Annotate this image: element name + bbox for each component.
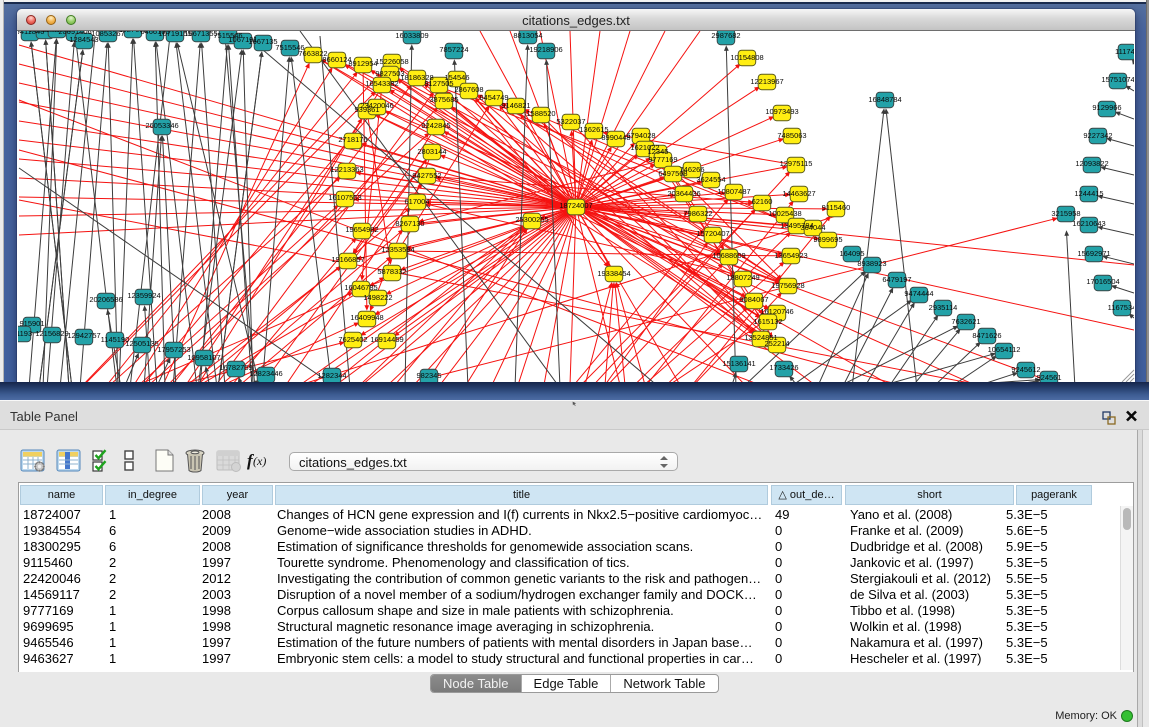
svg-text:18807249: 18807249 — [726, 273, 759, 282]
svg-text:15136141: 15136141 — [722, 359, 755, 368]
svg-text:19654982: 19654982 — [345, 225, 378, 234]
svg-text:1615132: 1615132 — [753, 317, 782, 326]
svg-text:15226058: 15226058 — [375, 57, 408, 66]
svg-text:20206586: 20206586 — [89, 295, 122, 304]
svg-text:17957253: 17957253 — [157, 345, 190, 354]
svg-text:9115460: 9115460 — [822, 203, 851, 212]
svg-text:10958107: 10958107 — [187, 353, 220, 362]
svg-text:23420046: 23420046 — [360, 101, 393, 110]
svg-text:19166857: 19166857 — [331, 255, 364, 264]
svg-text:7632621: 7632621 — [951, 317, 980, 326]
svg-text:12156829: 12156829 — [35, 329, 68, 338]
svg-text:12213967: 12213967 — [750, 77, 783, 86]
svg-text:18724007: 18724007 — [559, 201, 592, 210]
svg-text:8471626: 8471626 — [972, 331, 1001, 340]
svg-text:10688609: 10688609 — [712, 251, 745, 260]
svg-text:617004: 617004 — [404, 197, 429, 206]
svg-text:12213363: 12213363 — [330, 165, 363, 174]
svg-text:982345: 982345 — [416, 371, 441, 380]
svg-text:9474444: 9474444 — [904, 289, 933, 298]
svg-text:8813054: 8813054 — [513, 31, 542, 40]
svg-text:91193: 91193 — [18, 329, 32, 338]
svg-text:12093822: 12093822 — [1075, 159, 1108, 168]
svg-text:12359924: 12359924 — [127, 291, 160, 300]
svg-text:1498222: 1498222 — [363, 293, 392, 302]
svg-text:16046785: 16046785 — [344, 283, 377, 292]
svg-text:9427552: 9427552 — [412, 171, 441, 180]
svg-text:16120746: 16120746 — [760, 307, 793, 316]
svg-text:10154808: 10154808 — [730, 53, 763, 62]
svg-text:17016504: 17016504 — [1086, 277, 1119, 286]
svg-text:12353594: 12353594 — [381, 245, 414, 254]
svg-text:16033809: 16033809 — [395, 31, 428, 40]
svg-text:6479197: 6479197 — [882, 275, 911, 284]
svg-text:154546: 154546 — [444, 73, 469, 82]
svg-text:12823446: 12823446 — [249, 369, 282, 378]
svg-text:2718176: 2718176 — [338, 135, 367, 144]
svg-text:8912954: 8912954 — [348, 59, 377, 68]
svg-text:1282344: 1282344 — [317, 371, 346, 380]
svg-text:7485063: 7485063 — [777, 131, 806, 140]
svg-text:2935114: 2935114 — [929, 303, 958, 312]
svg-text:6794028: 6794028 — [626, 131, 655, 140]
svg-text:3875685: 3875685 — [429, 95, 458, 104]
svg-text:7625402: 7625402 — [338, 335, 367, 344]
svg-text:10025438: 10025438 — [768, 209, 801, 218]
svg-text:164095: 164095 — [839, 249, 864, 258]
svg-text:16543382: 16543382 — [365, 79, 398, 88]
svg-text:915901: 915901 — [19, 319, 44, 328]
svg-text:12505135: 12505135 — [125, 339, 158, 348]
svg-text:8938923: 8938923 — [857, 259, 886, 268]
svg-text:16848784: 16848784 — [868, 95, 901, 104]
svg-text:10973493: 10973493 — [765, 107, 798, 116]
svg-text:19756928: 19756928 — [771, 281, 804, 290]
svg-text:8660124: 8660124 — [322, 55, 351, 64]
svg-text:16107553: 16107553 — [328, 193, 361, 202]
svg-text:7986322: 7986322 — [683, 209, 712, 218]
svg-text:26053346: 26053346 — [145, 121, 178, 130]
svg-text:14463627: 14463627 — [782, 189, 815, 198]
svg-text:9129966: 9129966 — [1092, 103, 1121, 112]
svg-text:16409948: 16409948 — [350, 313, 383, 322]
svg-text:252214: 252214 — [764, 339, 789, 348]
svg-text:12942757: 12942757 — [67, 331, 100, 340]
svg-text:19218906: 19218906 — [529, 45, 562, 54]
svg-text:2803144: 2803144 — [417, 147, 446, 156]
svg-text:111745: 111745 — [1115, 47, 1134, 56]
svg-text:9242845: 9242845 — [421, 121, 450, 130]
svg-text:10654112: 10654112 — [988, 345, 1021, 354]
svg-text:364044: 364044 — [800, 223, 825, 232]
svg-text:16782759: 16782759 — [219, 363, 252, 372]
svg-text:(x): (x) — [253, 454, 266, 468]
svg-text:1167534: 1167534 — [1108, 303, 1134, 312]
svg-text:5878332: 5878332 — [377, 267, 406, 276]
svg-text:1667135: 1667135 — [248, 37, 277, 46]
svg-text:1733426: 1733426 — [769, 363, 798, 372]
svg-text:8267130: 8267130 — [395, 219, 424, 228]
svg-text:62160: 62160 — [752, 197, 773, 206]
svg-text:9777169: 9777169 — [648, 155, 677, 164]
svg-text:2987682: 2987682 — [711, 31, 740, 40]
svg-text:15692971: 15692971 — [1077, 249, 1110, 258]
svg-text:9899695: 9899695 — [813, 235, 842, 244]
svg-text:15751074: 15751074 — [1101, 75, 1134, 84]
svg-text:25300255: 25300255 — [515, 215, 548, 224]
svg-text:20364436: 20364436 — [667, 189, 700, 198]
svg-text:16210643: 16210643 — [1072, 219, 1105, 228]
svg-text:3215958: 3215958 — [1051, 209, 1080, 218]
svg-text:19338454: 19338454 — [597, 269, 630, 278]
svg-text:1588520: 1588520 — [526, 109, 555, 118]
svg-text:10807487: 10807487 — [717, 187, 750, 196]
svg-text:15720407: 15720407 — [696, 229, 729, 238]
svg-text:13654923: 13654923 — [774, 251, 807, 260]
svg-text:6497568: 6497568 — [658, 169, 687, 178]
svg-text:9227342: 9227342 — [1083, 131, 1112, 140]
svg-text:1244415: 1244415 — [1074, 189, 1103, 198]
svg-text:7857224: 7857224 — [439, 45, 468, 54]
svg-text:9084067: 9084067 — [739, 295, 768, 304]
svg-text:12975115: 12975115 — [780, 159, 813, 168]
svg-text:3624554: 3624554 — [696, 175, 725, 184]
svg-text:924561: 924561 — [1036, 373, 1061, 382]
svg-text:16914459: 16914459 — [370, 335, 403, 344]
